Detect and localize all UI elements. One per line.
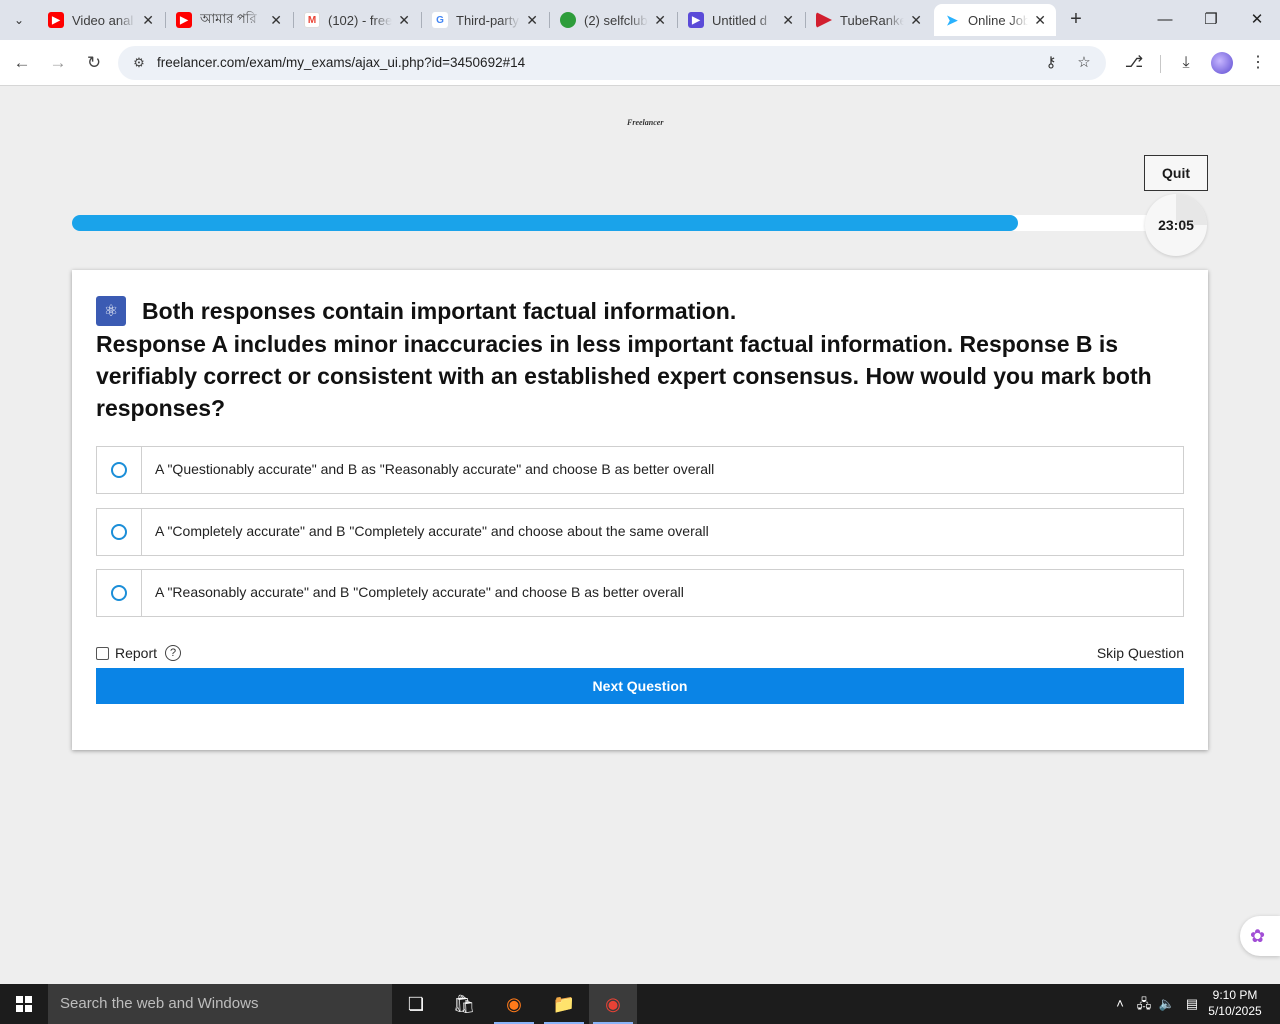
timer-text: 23:05 [1158,217,1194,233]
start-button[interactable] [0,984,48,1024]
exam-progress-bar [72,215,1172,231]
back-icon[interactable]: ← [10,51,34,75]
close-window-icon[interactable]: ✕ [1245,8,1269,32]
windows-taskbar: Search the web and Windows ❏ 🛍 ◉ 📁 ◉ ˄ 🖧… [0,984,1280,1024]
tuberanker-icon [816,12,832,28]
freelancer-logo: Freelancer [627,118,664,127]
close-icon[interactable]: ✕ [910,12,922,29]
tab-search-button[interactable]: ⌄ [6,8,32,32]
tray-expand-icon[interactable]: ˄ [1110,994,1130,1014]
chrome-icon[interactable]: ◉ [589,984,637,1024]
report-checkbox[interactable] [96,646,109,660]
bookmark-star-icon[interactable]: ☆ [1074,53,1094,73]
answer-option-2[interactable]: A "Completely accurate" and B "Completel… [96,508,1184,556]
question-title: Both responses contain important factual… [142,298,737,324]
clock-time: 9:10 PM [1212,988,1258,1002]
tab-0[interactable]: ▶ Video anal ✕ [38,4,164,36]
skip-question-link[interactable]: Skip Question [1097,645,1184,661]
tab-title: আমার পরি [200,10,257,26]
close-icon[interactable]: ✕ [270,12,282,29]
tab-6[interactable]: TubeRanke ✕ [806,4,932,36]
exam-page: Freelancer Quit 23:05 ⚛ Both responses c… [0,87,1280,984]
profile-avatar[interactable] [1211,52,1233,74]
gmail-icon: M [304,12,320,28]
tab-7-active[interactable]: ➤ Online Job ✕ [934,4,1056,36]
reload-icon[interactable]: ↻ [82,51,106,75]
tab-title: Online Job [968,12,1029,28]
browser-toolbar: ← → ↻ ⚙ freelancer.com/exam/my_exams/aja… [0,40,1280,86]
system-clock[interactable]: 9:10 PM 5/10/2025 [1200,987,1270,1019]
answer-text[interactable]: A "Questionably accurate" and B as "Reas… [155,461,714,477]
close-icon[interactable]: ✕ [142,12,154,29]
question-text: Response A includes minor inaccuracies i… [96,331,1152,421]
site-settings-icon[interactable]: ⚙ [130,54,148,72]
file-explorer-icon[interactable]: 📁 [540,984,588,1024]
close-icon[interactable]: ✕ [398,12,410,29]
answer-text[interactable]: A "Completely accurate" and B "Completel… [155,523,709,539]
google-icon: G [432,12,448,28]
next-question-button[interactable]: Next Question [96,668,1184,704]
firefox-icon[interactable]: ◉ [490,984,538,1024]
radio-cell[interactable] [97,570,142,616]
address-bar[interactable]: ⚙ freelancer.com/exam/my_exams/ajax_ui.p… [118,46,1106,80]
quit-button[interactable]: Quit [1144,155,1208,191]
tab-title: (102) - free [328,12,393,28]
close-icon[interactable]: ✕ [654,12,666,29]
tab-title: Third-party [456,12,519,28]
minimize-icon[interactable]: — [1153,8,1177,32]
question-type-icon: ⚛ [96,296,126,326]
youtube-icon: ▶ [176,12,192,28]
selfclub-icon [560,12,576,28]
tab-title: Video anal [72,12,134,28]
tab-3[interactable]: G Third-party ✕ [422,4,548,36]
clock-date: 5/10/2025 [1208,1004,1262,1018]
close-icon[interactable]: ✕ [1034,12,1046,29]
answer-option-1[interactable]: A "Questionably accurate" and B as "Reas… [96,446,1184,494]
chevron-down-icon: ⌄ [13,13,25,27]
tab-4[interactable]: (2) selfclub ✕ [550,4,676,36]
progress-fill [72,215,1018,231]
help-icon[interactable]: ? [165,645,182,661]
brain-extension-icon[interactable]: ✿ [1240,916,1280,956]
restore-icon[interactable]: ❐ [1199,8,1223,32]
video-editor-icon: ▶ [688,12,704,28]
download-icon[interactable]: ⤓ [1174,51,1198,75]
new-tab-button[interactable]: + [1064,8,1088,32]
network-icon[interactable]: 🖧 [1134,994,1154,1014]
report-row: Report ? [96,643,182,663]
countdown-timer: 23:05 [1145,194,1207,256]
tab-1[interactable]: ▶ আমার পরি ✕ [166,4,292,36]
radio-button[interactable] [111,462,127,478]
answer-text[interactable]: A "Reasonably accurate" and B "Completel… [155,584,684,600]
radio-button[interactable] [111,524,127,540]
tab-5[interactable]: ▶ Untitled d ✕ [678,4,804,36]
store-icon[interactable]: 🛍 [440,984,488,1024]
browser-tabstrip: ⌄ ▶ Video anal ✕ ▶ আমার পরি ✕ M (102) - … [0,0,1280,40]
task-view-icon[interactable]: ❏ [392,984,440,1024]
taskbar-search-input[interactable]: Search the web and Windows [48,984,392,1024]
close-icon[interactable]: ✕ [526,12,538,29]
answer-option-3[interactable]: A "Reasonably accurate" and B "Completel… [96,569,1184,617]
volume-muted-icon[interactable]: 🔈 [1157,994,1177,1014]
tab-2[interactable]: M (102) - free ✕ [294,4,420,36]
tab-title: TubeRanke [840,12,905,28]
password-key-icon[interactable]: ⚷ [1041,53,1061,73]
question-card: ⚛ Both responses contain important factu… [72,270,1208,750]
youtube-icon: ▶ [48,12,64,28]
tab-title: (2) selfclub [584,12,648,28]
radio-cell[interactable] [97,447,142,493]
extensions-icon[interactable]: ⎇ [1122,51,1146,75]
tab-title: Untitled d [712,12,767,28]
radio-button[interactable] [111,585,127,601]
notification-icon[interactable]: ▤ [1182,994,1202,1014]
radio-cell[interactable] [97,509,142,555]
url-text[interactable]: freelancer.com/exam/my_exams/ajax_ui.php… [157,55,525,70]
freelancer-icon: ➤ [946,11,958,28]
forward-icon[interactable]: → [46,51,70,75]
menu-kebab-icon[interactable]: ⋮ [1246,51,1270,75]
windows-logo-icon [16,996,32,1012]
close-icon[interactable]: ✕ [782,12,794,29]
report-label[interactable]: Report [115,645,157,661]
